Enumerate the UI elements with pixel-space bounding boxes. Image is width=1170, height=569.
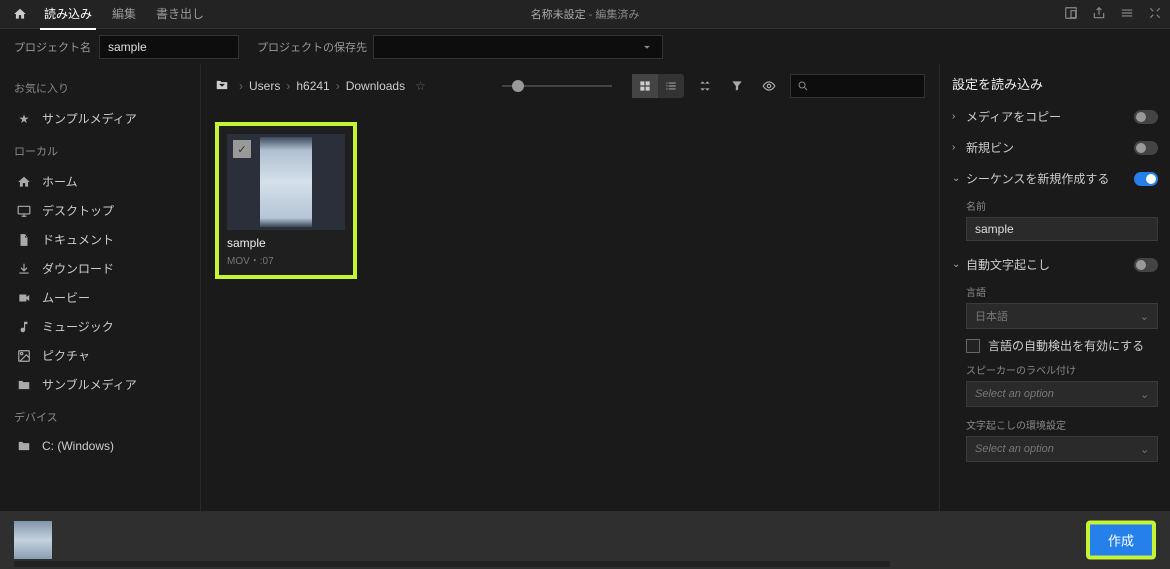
speaker-label: スピーカーのラベル付け [966, 362, 1158, 377]
setting-create-sequence[interactable]: ⌄ シーケンスを新規作成する [952, 163, 1158, 194]
env-label: 文字起こしの環境設定 [966, 417, 1158, 432]
favorites-section: お気に入り [14, 80, 186, 96]
toggle-auto-transcribe[interactable] [1134, 258, 1158, 272]
sort-icon[interactable] [694, 79, 716, 93]
crumb-downloads[interactable]: Downloads [346, 79, 405, 93]
tab-import[interactable]: 読み込み [40, 0, 96, 30]
speaker-select[interactable]: Select an option ⌄ [966, 381, 1158, 407]
monitor-icon [16, 204, 32, 218]
media-card-sample[interactable]: ✓ sample MOV・:07 [215, 122, 357, 279]
chevron-down-icon: ⌄ [1140, 310, 1149, 323]
language-select[interactable]: 日本語 ⌄ [966, 303, 1158, 329]
timeline-track[interactable] [14, 561, 890, 567]
save-dest-label: プロジェクトの保存先 [257, 39, 367, 55]
create-button[interactable]: 作成 [1086, 521, 1156, 560]
menu-icon[interactable] [1120, 6, 1134, 23]
devices-section: デバイス [14, 409, 186, 425]
folder-icon [16, 378, 32, 392]
favorite-star-icon[interactable]: ☆ [415, 79, 426, 93]
auto-detect-label: 言語の自動検出を有効にする [988, 337, 1144, 354]
workspace-icon[interactable] [1064, 6, 1078, 23]
local-section: ローカル [14, 143, 186, 159]
tab-export[interactable]: 書き出し [152, 0, 208, 30]
toggle-create-sequence[interactable] [1134, 172, 1158, 186]
crumb-users[interactable]: Users [249, 79, 280, 93]
selected-media-thumb[interactable] [14, 521, 52, 559]
breadcrumb: › Users › h6241 › Downloads [239, 79, 405, 93]
filter-icon[interactable] [726, 79, 748, 93]
sidebar-item-sample-media-2[interactable]: サンブルメディア [14, 370, 186, 399]
thumbnail-image [260, 137, 312, 227]
download-icon [16, 262, 32, 276]
window-title: 名称未設定 - 編集済み [531, 6, 640, 22]
home-icon[interactable] [8, 7, 32, 21]
env-select[interactable]: Select an option ⌄ [966, 436, 1158, 462]
folder-nav-icon[interactable] [215, 78, 229, 95]
toggle-new-bin[interactable] [1134, 141, 1158, 155]
sidebar-item-desktop[interactable]: デスクトップ [14, 196, 186, 225]
check-icon[interactable]: ✓ [233, 140, 251, 158]
setting-auto-transcribe[interactable]: ⌄ 自動文字起こし [952, 249, 1158, 280]
media-thumbnail[interactable]: ✓ [227, 134, 345, 230]
image-icon [16, 349, 32, 363]
sidebar-item-movies[interactable]: ムービー [14, 283, 186, 312]
document-icon [16, 233, 32, 247]
sidebar-item-sample-media[interactable]: ★ サンプルメディア [14, 104, 186, 133]
media-name: sample [227, 236, 345, 250]
search-icon [797, 79, 809, 93]
chevron-right-icon: › [952, 111, 966, 122]
toggle-copy-media[interactable] [1134, 110, 1158, 124]
sidebar-item-home[interactable]: ホーム [14, 167, 186, 196]
video-icon [16, 291, 32, 305]
project-name-label: プロジェクト名 [14, 39, 91, 55]
music-icon [16, 320, 32, 334]
chevron-right-icon: › [952, 142, 966, 153]
sequence-name-input[interactable] [966, 217, 1158, 241]
eye-icon[interactable] [758, 79, 780, 93]
auto-detect-checkbox[interactable] [966, 339, 980, 353]
chevron-down-icon: ⌄ [952, 173, 966, 184]
chevron-down-icon [640, 40, 654, 54]
sidebar-item-c-drive[interactable]: C: (Windows) [14, 433, 186, 459]
media-meta: MOV・:07 [227, 252, 345, 267]
sidebar-item-pictures[interactable]: ピクチャ [14, 341, 186, 370]
list-view-button[interactable] [658, 74, 684, 98]
sidebar-item-documents[interactable]: ドキュメント [14, 225, 186, 254]
grid-view-button[interactable] [632, 74, 658, 98]
zoom-slider[interactable] [502, 85, 612, 87]
sidebar-item-downloads[interactable]: ダウンロード [14, 254, 186, 283]
search-box[interactable] [790, 74, 925, 98]
fullscreen-icon[interactable] [1148, 6, 1162, 23]
setting-new-bin[interactable]: › 新規ビン [952, 132, 1158, 163]
chevron-down-icon: ⌄ [1140, 443, 1149, 456]
home-icon [16, 175, 32, 189]
save-dest-select[interactable] [373, 35, 663, 59]
sequence-name-label: 名前 [966, 198, 1158, 213]
setting-copy-media[interactable]: › メディアをコピー [952, 101, 1158, 132]
chevron-down-icon: ⌄ [952, 259, 966, 270]
star-icon: ★ [16, 112, 32, 126]
project-name-input[interactable] [99, 35, 239, 59]
sidebar-item-music[interactable]: ミュージック [14, 312, 186, 341]
language-label: 言語 [966, 284, 1158, 299]
drive-icon [16, 439, 32, 453]
share-icon[interactable] [1092, 6, 1106, 23]
settings-title: 設定を読み込み [952, 74, 1158, 93]
search-input[interactable] [813, 80, 918, 92]
tab-edit[interactable]: 編集 [108, 0, 140, 30]
crumb-user[interactable]: h6241 [296, 79, 329, 93]
chevron-down-icon: ⌄ [1140, 388, 1149, 401]
